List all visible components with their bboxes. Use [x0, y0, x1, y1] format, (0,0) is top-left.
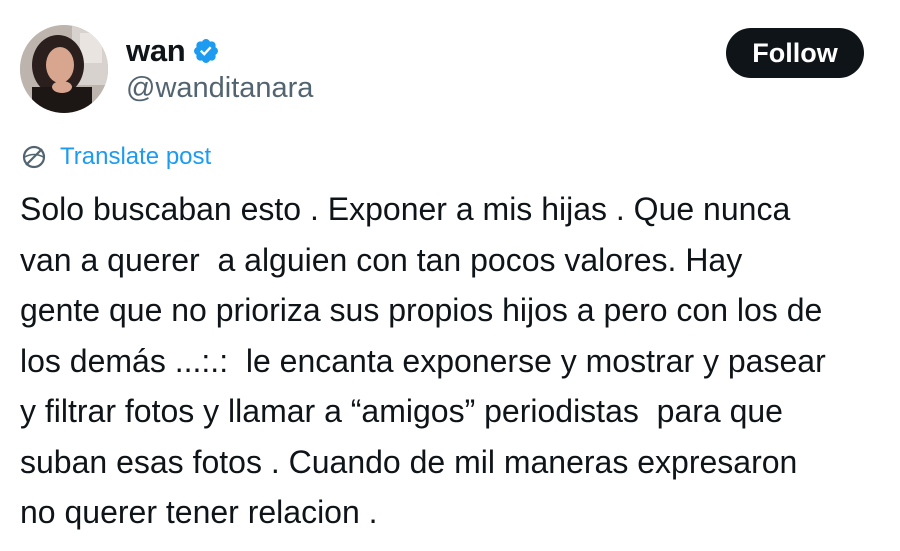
- avatar-photo: [20, 25, 108, 113]
- follow-button[interactable]: Follow: [726, 28, 864, 78]
- verified-badge-icon: [192, 37, 220, 65]
- post-text-line: gente que no prioriza sus propios hijos …: [20, 292, 823, 328]
- avatar[interactable]: [20, 25, 108, 113]
- author-handle[interactable]: @wanditanara: [126, 72, 313, 105]
- translate-globe-icon: [20, 143, 48, 171]
- translate-post-link[interactable]: Translate post: [20, 140, 211, 174]
- author-name-row[interactable]: wan: [126, 32, 220, 70]
- post-text-line: y filtrar fotos y llamar a “amigos” peri…: [20, 393, 783, 429]
- post-text: Solo buscaban esto . Exponer a mis hijas…: [20, 184, 890, 538]
- post-text-line: van a querer a alguien con tan pocos val…: [20, 241, 743, 278]
- post-text-line: los demás ...:.: le encanta exponerse y …: [20, 342, 826, 379]
- post-text-line: Solo buscaban esto . Exponer a mis hijas…: [20, 191, 791, 227]
- author-display-name[interactable]: wan: [126, 33, 186, 69]
- translate-post-label[interactable]: Translate post: [60, 143, 211, 171]
- post-text-line: suban esas fotos . Cuando de mil maneras…: [20, 443, 798, 480]
- post-text-line: no querer tener relacion .: [20, 494, 378, 530]
